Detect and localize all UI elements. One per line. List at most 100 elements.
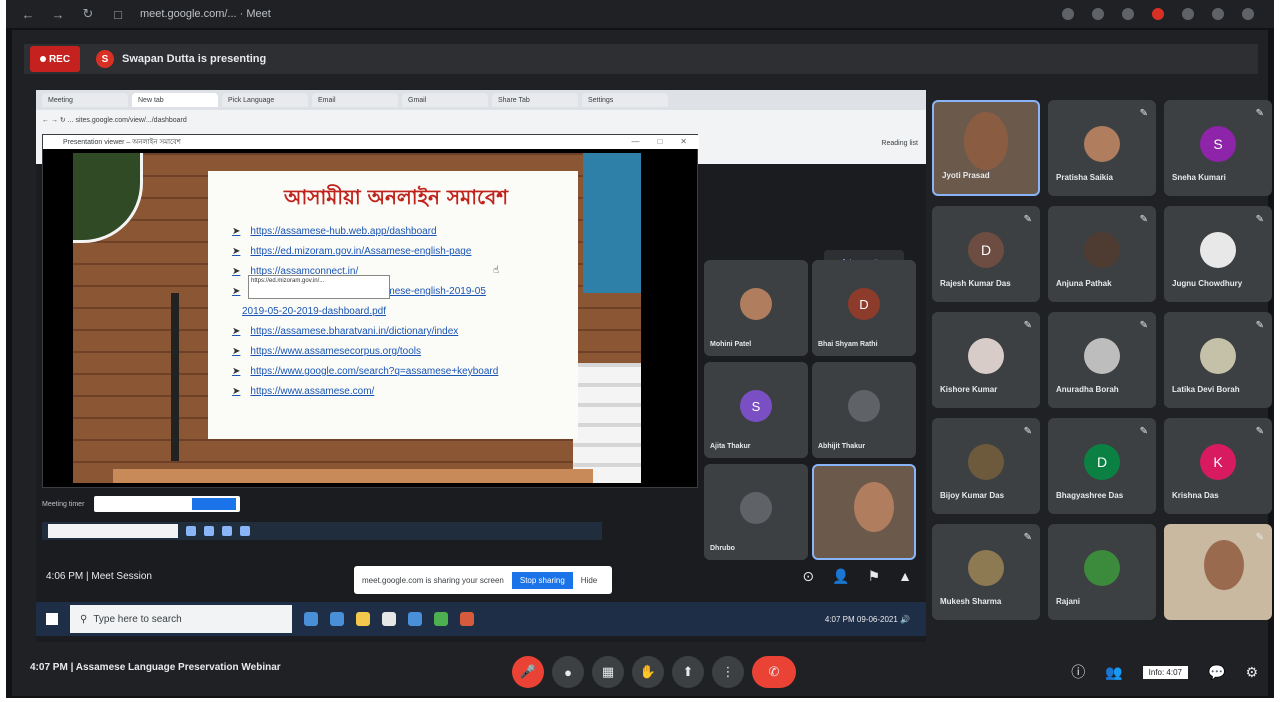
pencil-decoration [171, 293, 179, 461]
meeting-info-icon[interactable]: ⓘ [1071, 662, 1085, 682]
avatar [968, 338, 1004, 374]
edge-icon [330, 612, 344, 626]
stop-sharing-button[interactable]: Stop sharing [511, 571, 573, 589]
info-icon: ⊙ [802, 568, 815, 584]
more-options-button[interactable]: ⋮ [712, 656, 744, 688]
sharing-banner-text: meet.google.com is sharing your screen [362, 575, 504, 585]
bullet-arrow-icon: ➤ [232, 286, 241, 297]
mic-off-icon: ✎ [1023, 426, 1032, 437]
shared-meet-time: 4:06 PM | Meet Session [46, 570, 152, 582]
zoom-icon[interactable] [1092, 8, 1104, 20]
avatar: K [1200, 444, 1236, 480]
shared-taskbar-icon [204, 526, 214, 536]
back-arrow-icon[interactable]: ← [20, 6, 36, 22]
viewer-title: Presentation viewer – অনলাইন সমাবেশ [43, 135, 699, 149]
more-icon[interactable] [1242, 8, 1254, 20]
avatar [968, 444, 1004, 480]
mic-off-icon: ✎ [1139, 214, 1148, 225]
meet-top-bar: REC S Swapan Dutta is presenting [24, 44, 1258, 74]
participant-name: Mukesh Sharma [940, 597, 1002, 606]
shared-participant-tile [812, 464, 916, 560]
participant-tile[interactable]: ✎ Latika Devi Borah [1164, 312, 1272, 408]
hand-cursor-icon: ☝ [493, 265, 500, 276]
profile-icon[interactable] [1212, 8, 1224, 20]
triangle-icon: ▲ [898, 568, 912, 584]
extension-icon[interactable] [1062, 8, 1074, 20]
address-bar[interactable]: meet.google.com/... · Meet [140, 5, 470, 23]
hide-sharing-button[interactable]: Hide [581, 576, 597, 585]
avatar [1084, 550, 1120, 586]
os-search-placeholder: Type here to search [93, 613, 182, 625]
search-icon: ⚲ [80, 613, 88, 625]
participant-tile[interactable]: ✎ Jugnu Chowdhury [1164, 206, 1272, 302]
avatar [848, 390, 880, 422]
raise-hand-button[interactable]: ✋ [632, 656, 664, 688]
participant-tile[interactable]: Rajani [1048, 524, 1156, 620]
shared-participant-name: Abhijit Thakur [818, 443, 866, 450]
participant-tile-video[interactable]: Jyoti Prasad [932, 100, 1040, 196]
participant-tile[interactable]: ✎ K Krishna Das [1164, 418, 1272, 514]
avatar [740, 492, 772, 524]
meeting-time-title: 4:07 PM | Assamese Language Preservation… [30, 662, 281, 673]
reload-icon[interactable]: ↻ [80, 6, 96, 22]
participant-tile[interactable]: ✎ S Sneha Kumari [1164, 100, 1272, 196]
shared-screen: Meeting New tab Pick Language Email Gmai… [36, 90, 926, 642]
screen-frame: ← → ↻ □ meet.google.com/... · Meet REC S… [6, 0, 1274, 698]
task-view-icon [304, 612, 318, 626]
forward-arrow-icon[interactable]: → [50, 6, 66, 22]
slide-link-text: https://ed.mizoram.gov.in/Assamese-engli… [250, 246, 472, 257]
participant-tile[interactable]: ✎ Anuradha Borah [1048, 312, 1156, 408]
os-clock: 4:07 PM 09-06-2021 🔊 [825, 615, 926, 624]
slide-link: ➤ https://www.assamese.com/ [232, 382, 560, 402]
viewer-footer-pill [94, 496, 241, 512]
recording-indicator-icon[interactable] [1152, 8, 1164, 20]
participant-tile[interactable]: ✎ Mukesh Sharma [932, 524, 1040, 620]
slide-link: 2019-05-20-2019-dashboard.pdf [232, 302, 560, 322]
shared-participant-tile: S Ajita Thakur [704, 362, 808, 458]
mic-off-icon: ✎ [1255, 214, 1264, 225]
maximize-icon: □ [657, 137, 663, 146]
participant-name: Bijoy Kumar Das [940, 491, 1005, 500]
participant-tile[interactable]: ✎ Anjuna Pathak [1048, 206, 1156, 302]
slide-link: ➤ https://assamese-hub.web.app/dashboard [232, 222, 560, 242]
captions-button[interactable]: ▦ [592, 656, 624, 688]
presenting-text: Swapan Dutta is presenting [122, 53, 267, 65]
video-feed [1204, 540, 1244, 590]
puzzle-icon[interactable] [1182, 8, 1194, 20]
participant-tile[interactable]: ✎ Bijoy Kumar Das [932, 418, 1040, 514]
slide-link-text: https://www.assamese.com/ [250, 386, 375, 397]
people-icon[interactable]: 👥 [1105, 664, 1122, 681]
avatar: D [848, 288, 880, 320]
camera-toggle-button[interactable]: ● [552, 656, 584, 688]
participant-tile[interactable]: ✎ Kishore Kumar [932, 312, 1040, 408]
shared-participant-tile: Mohini Patel [704, 260, 808, 356]
shared-taskbar-icon [240, 526, 250, 536]
shared-participant-tile: Dhrubo [704, 464, 808, 560]
mic-off-icon: ✎ [1139, 320, 1148, 331]
activities-icon[interactable]: ⚙ [1245, 664, 1258, 681]
shared-participant-tile: Abhijit Thakur [812, 362, 916, 458]
shared-tab: Email [312, 93, 398, 107]
participant-name: Kishore Kumar [940, 385, 998, 394]
chat-icon[interactable]: 💬 [1208, 664, 1225, 681]
leave-call-button[interactable]: ✆ [752, 656, 796, 688]
avatar [1084, 126, 1120, 162]
minimize-icon: — [631, 137, 640, 146]
bookmark-icon[interactable] [1122, 8, 1134, 20]
slide-title: আসামীয়া অনলাইন সমাবেশ [283, 185, 509, 209]
shared-taskbar-icon [186, 526, 196, 536]
participant-tile[interactable]: ✎ D Bhagyashree Das [1048, 418, 1156, 514]
present-button[interactable]: ⬆ [672, 656, 704, 688]
tab-icon[interactable]: □ [110, 6, 126, 22]
avatar: S [1200, 126, 1236, 162]
participant-name: Jyoti Prasad [942, 171, 990, 180]
participant-name: Anjuna Pathak [1056, 279, 1112, 288]
participant-name: Latika Devi Borah [1172, 385, 1240, 394]
meet-window: REC S Swapan Dutta is presenting Meeting… [12, 30, 1272, 696]
participant-tile-video[interactable]: ✎ [1164, 524, 1272, 620]
participant-tile[interactable]: ✎ Pratisha Saikia [1048, 100, 1156, 196]
slide: আসামীয়া অনলাইন সমাবেশ ➤ https://assamese… [73, 153, 641, 483]
mic-toggle-button[interactable]: 🎤 [512, 656, 544, 688]
participant-tile[interactable]: ✎ D Rajesh Kumar Das [932, 206, 1040, 302]
browser-toolbar: ← → ↻ □ meet.google.com/... · Meet [6, 0, 1274, 28]
